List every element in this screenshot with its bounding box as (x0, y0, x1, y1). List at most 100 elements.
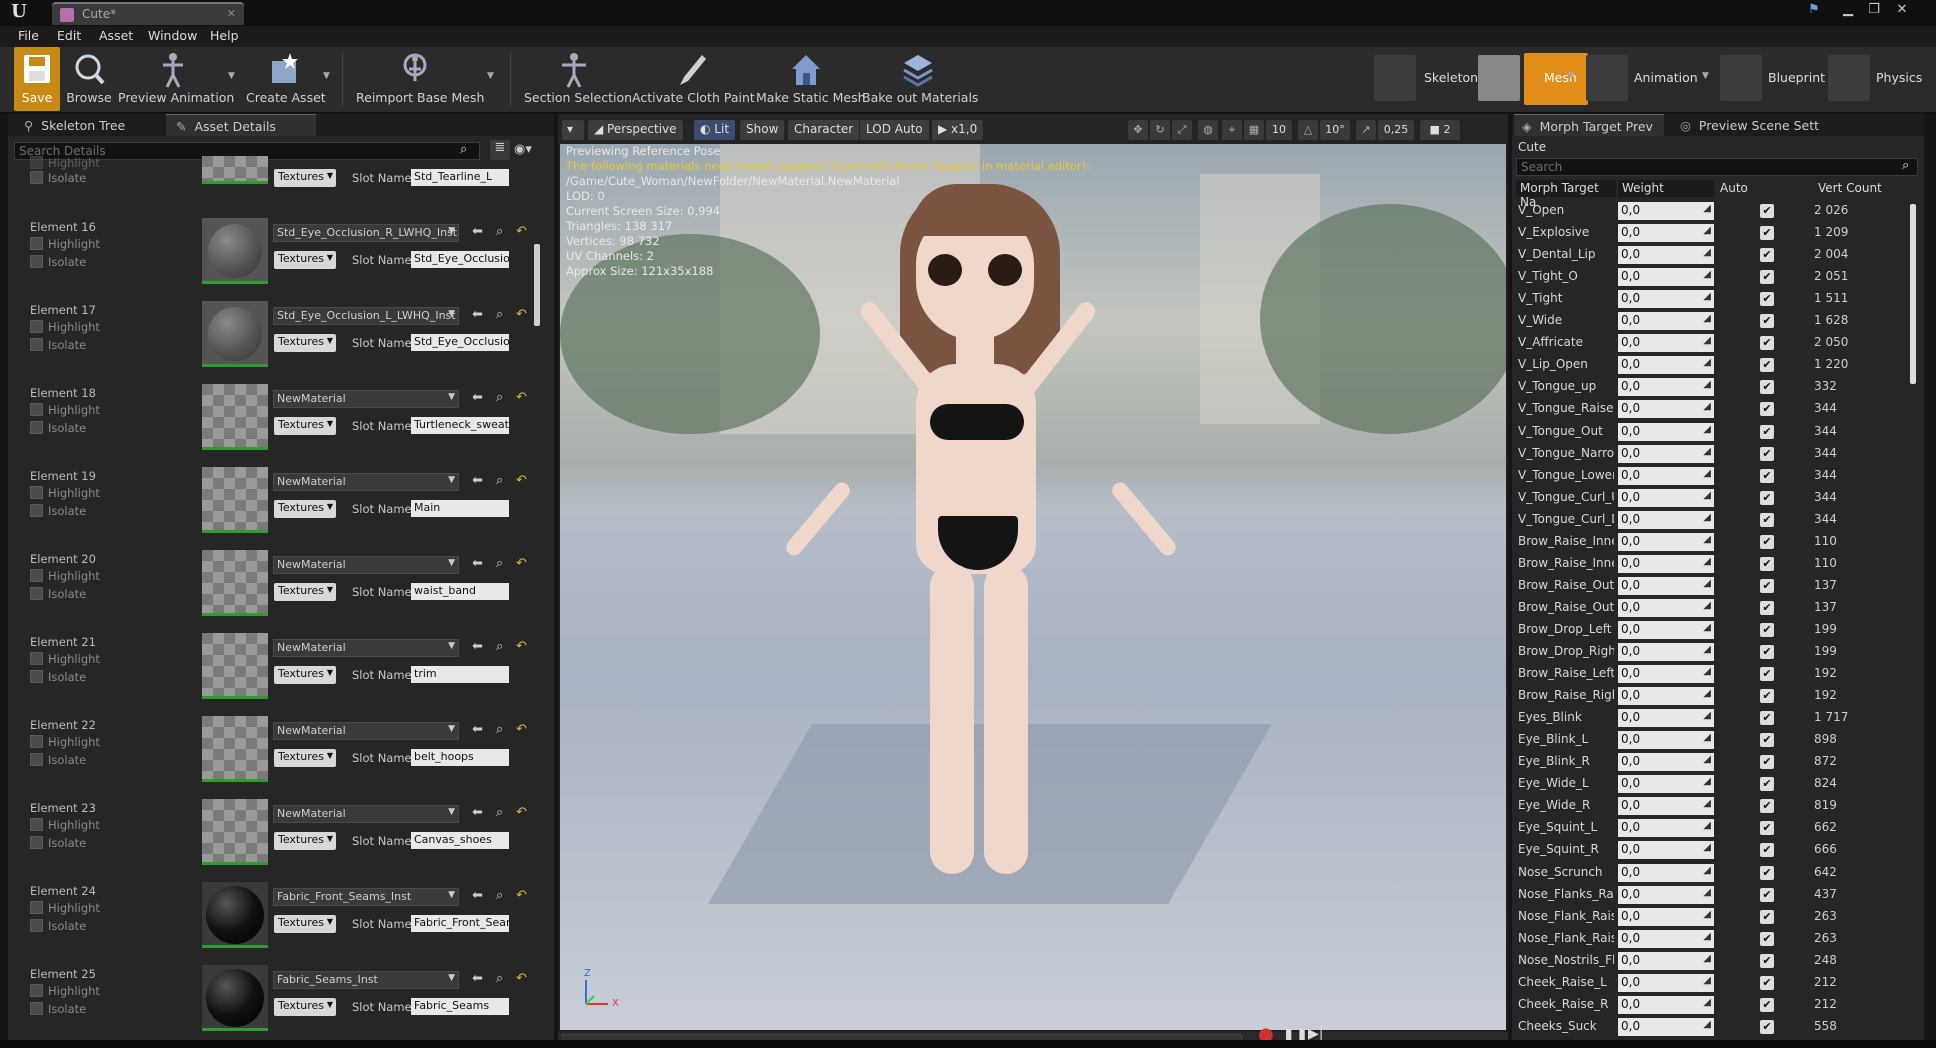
material-thumbnail[interactable] (202, 384, 268, 450)
material-thumbnail[interactable] (202, 633, 268, 699)
morph-weight-input[interactable]: 0,0 ◢ (1618, 268, 1714, 286)
morph-target-row[interactable]: V_Tongue_Out 0,0 ◢ ✔ 344 (1516, 421, 1916, 443)
morph-target-row[interactable]: Brow_Raise_Inner 0,0 ◢ ✔ 110 (1516, 553, 1916, 575)
material-thumbnail[interactable] (202, 799, 268, 865)
column-weight[interactable]: Weight (1618, 180, 1714, 197)
weight-spinner-icon[interactable]: ◢ (1703, 710, 1711, 721)
menu-asset[interactable]: Asset (99, 28, 133, 43)
auto-checkbox[interactable]: ✔ (1760, 314, 1774, 328)
mode-blueprint-button[interactable]: Blueprint (1720, 53, 1825, 105)
use-selected-arrow-icon[interactable]: ⬅ (472, 888, 483, 903)
auto-checkbox[interactable]: ✔ (1760, 513, 1774, 527)
highlight-checkbox[interactable]: Highlight (30, 818, 100, 832)
auto-checkbox[interactable]: ✔ (1760, 755, 1774, 769)
weight-spinner-icon[interactable]: ◢ (1703, 600, 1711, 611)
browse-asset-icon[interactable]: ⌕ (496, 307, 503, 322)
textures-dropdown[interactable]: Textures ▼ (274, 500, 336, 518)
browse-asset-icon[interactable]: ⌕ (496, 390, 503, 405)
reset-to-default-icon[interactable]: ↶ (516, 473, 527, 488)
morph-target-row[interactable]: V_Open 0,0 ◢ ✔ 2 026 (1516, 200, 1916, 222)
morph-weight-input[interactable]: 0,0 ◢ (1618, 864, 1714, 882)
weight-spinner-icon[interactable]: ◢ (1703, 931, 1711, 942)
morph-target-row[interactable]: Eye_Wide_R 0,0 ◢ ✔ 819 (1516, 795, 1916, 817)
morph-target-row[interactable]: Nose_Flank_Raise 0,0 ◢ ✔ 263 (1516, 928, 1916, 950)
weight-spinner-icon[interactable]: ◢ (1703, 291, 1711, 302)
weight-spinner-icon[interactable]: ◢ (1703, 335, 1711, 346)
save-button[interactable]: Save (14, 47, 60, 111)
morph-target-row[interactable]: Brow_Raise_Right 0,0 ◢ ✔ 192 (1516, 685, 1916, 707)
show-button[interactable]: Show (740, 120, 785, 140)
weight-spinner-icon[interactable]: ◢ (1703, 909, 1711, 920)
morph-target-row[interactable]: Eye_Wide_L 0,0 ◢ ✔ 824 (1516, 773, 1916, 795)
morph-target-row[interactable]: V_Tongue_up 0,0 ◢ ✔ 332 (1516, 376, 1916, 398)
reset-to-default-icon[interactable]: ↶ (516, 971, 527, 986)
browse-asset-icon[interactable]: ⌕ (496, 639, 503, 654)
weight-spinner-icon[interactable]: ◢ (1703, 269, 1711, 280)
weight-spinner-icon[interactable]: ◢ (1703, 776, 1711, 787)
morph-target-row[interactable]: Brow_Drop_Right 0,0 ◢ ✔ 199 (1516, 641, 1916, 663)
auto-checkbox[interactable]: ✔ (1760, 226, 1774, 240)
auto-checkbox[interactable]: ✔ (1760, 248, 1774, 262)
material-thumbnail[interactable] (202, 882, 268, 948)
isolate-checkbox-partial[interactable]: Isolate (30, 171, 86, 185)
morph-weight-input[interactable]: 0,0 ◢ (1618, 489, 1714, 507)
material-thumbnail[interactable] (202, 218, 268, 284)
slot-name-input[interactable]: Std_Eye_Occlusio (411, 251, 509, 268)
morph-weight-input[interactable]: 0,0 ◢ (1618, 577, 1714, 595)
morph-scrollbar[interactable] (1910, 204, 1916, 384)
morph-target-row[interactable]: Nose_Flanks_Raise 0,0◢ ✔ 437 (1516, 884, 1916, 906)
morph-weight-input[interactable]: 0,0 ◢ (1618, 908, 1714, 926)
perspective-button[interactable]: ◢ Perspective (588, 120, 683, 140)
material-combo[interactable]: Fabric_Front_Seams_Inst ▼ (273, 888, 459, 906)
morph-weight-input[interactable]: 0,0 ◢ (1618, 334, 1714, 352)
tab-asset-details[interactable]: ✎ Asset Details (166, 114, 316, 136)
menu-file[interactable]: File (18, 28, 39, 43)
morph-weight-input[interactable]: 0,0 ◢ (1618, 797, 1714, 815)
weight-spinner-icon[interactable]: ◢ (1703, 644, 1711, 655)
auto-checkbox[interactable]: ✔ (1760, 402, 1774, 416)
rotate-icon[interactable]: ↻ (1150, 120, 1170, 140)
highlight-checkbox[interactable]: Highlight (30, 984, 100, 998)
morph-weight-input[interactable]: 0,0 ◢ (1618, 378, 1714, 396)
morph-weight-input[interactable]: 0,0 ◢ (1618, 599, 1714, 617)
morph-weight-input[interactable]: 0,0 ◢ (1618, 886, 1714, 904)
textures-dropdown[interactable]: Textures ▼ (274, 915, 336, 933)
morph-target-row[interactable]: Brow_Raise_Outer 0,0◢ ✔ 137 (1516, 575, 1916, 597)
restore-icon[interactable]: ❐ (1862, 2, 1886, 20)
activate-cloth-paint-button[interactable]: Activate Cloth Paint (632, 47, 755, 111)
reset-to-default-icon[interactable]: ↶ (516, 307, 527, 322)
morph-weight-input[interactable]: 0,0 ◢ (1618, 1018, 1714, 1036)
close-window-icon[interactable]: ✕ (1890, 2, 1914, 20)
auto-checkbox[interactable]: ✔ (1760, 998, 1774, 1012)
morph-target-row[interactable]: V_Lip_Open 0,0 ◢ ✔ 1 220 (1516, 354, 1916, 376)
mesh-mode-dropdown-icon[interactable]: ▼ (1568, 71, 1575, 81)
auto-checkbox[interactable]: ✔ (1760, 579, 1774, 593)
weight-spinner-icon[interactable]: ◢ (1703, 468, 1711, 479)
morph-target-row[interactable]: Nose_Flank_Raise 0,0 ◢ ✔ 263 (1516, 906, 1916, 928)
isolate-checkbox[interactable]: Isolate (30, 504, 86, 518)
create-asset-button[interactable]: Create Asset (246, 47, 326, 111)
morph-target-row[interactable]: V_Tongue_Narrow 0,0 ◢ ✔ 344 (1516, 443, 1916, 465)
weight-spinner-icon[interactable]: ◢ (1703, 975, 1711, 986)
isolate-checkbox[interactable]: Isolate (30, 421, 86, 435)
create-asset-dropdown-icon[interactable]: ▼ (323, 71, 330, 81)
rotation-snap-icon[interactable]: △ (1298, 120, 1318, 140)
menu-window[interactable]: Window (148, 28, 197, 43)
morph-target-row[interactable]: V_Wide 0,0 ◢ ✔ 1 628 (1516, 310, 1916, 332)
morph-weight-input[interactable]: 0,0 ◢ (1618, 841, 1714, 859)
document-tab[interactable]: Cute* ✕ (52, 2, 244, 25)
use-selected-arrow-icon[interactable]: ⬅ (472, 473, 483, 488)
weight-spinner-icon[interactable]: ◢ (1703, 424, 1711, 435)
weight-spinner-icon[interactable]: ◢ (1703, 357, 1711, 368)
browse-asset-icon[interactable]: ⌕ (496, 224, 503, 239)
morph-target-row[interactable]: Cheek_Raise_L 0,0 ◢ ✔ 212 (1516, 972, 1916, 994)
highlight-checkbox[interactable]: Highlight (30, 486, 100, 500)
isolate-checkbox[interactable]: Isolate (30, 338, 86, 352)
auto-checkbox[interactable]: ✔ (1760, 777, 1774, 791)
browse-asset-icon[interactable]: ⌕ (496, 556, 503, 571)
reset-to-default-icon[interactable]: ↶ (516, 390, 527, 405)
slot-name-input[interactable]: trim (411, 666, 509, 683)
weight-spinner-icon[interactable]: ◢ (1703, 225, 1711, 236)
weight-spinner-icon[interactable]: ◢ (1703, 247, 1711, 258)
morph-search-input[interactable]: Search (1516, 158, 1918, 176)
